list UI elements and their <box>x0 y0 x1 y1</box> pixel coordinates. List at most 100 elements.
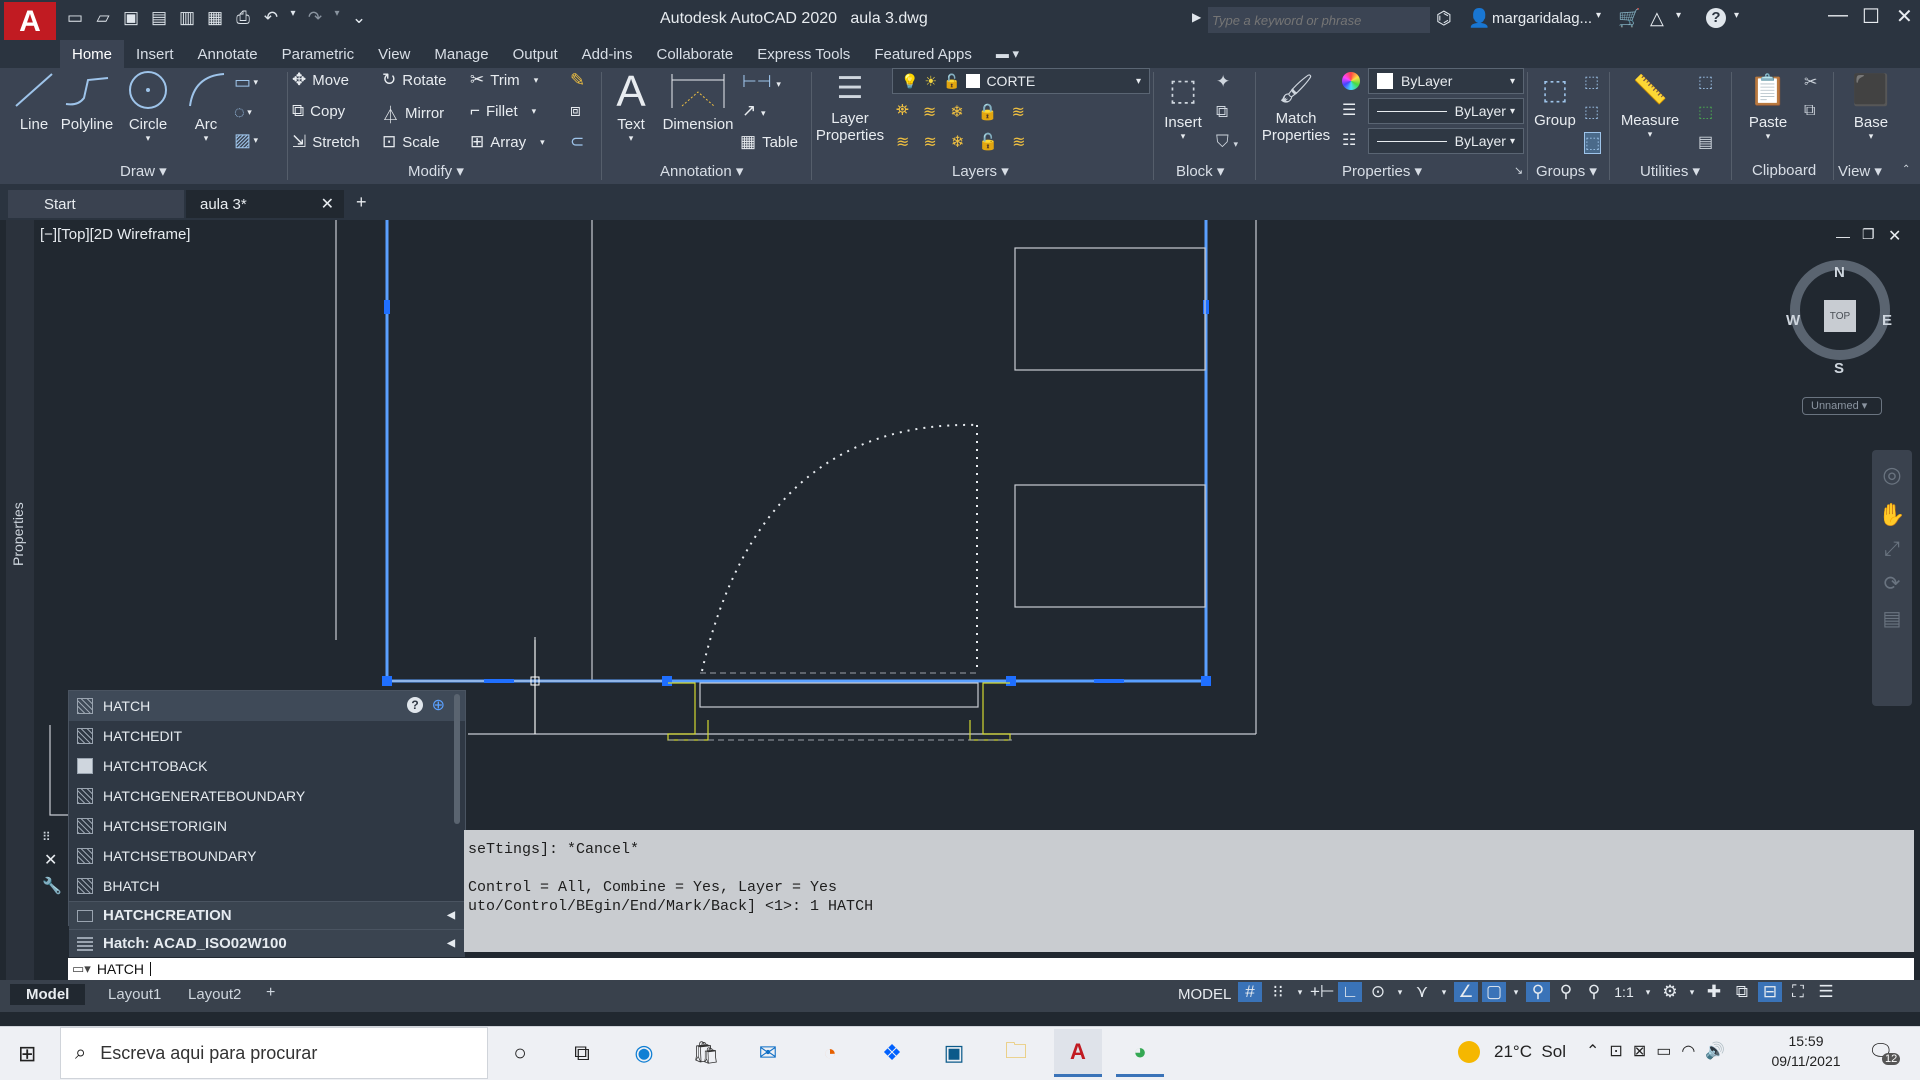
offset-icon[interactable]: ⊂ <box>570 132 584 152</box>
auto-scale-icon[interactable]: ⚲ <box>1554 982 1578 1002</box>
redo-icon[interactable]: ↷ <box>304 8 326 28</box>
layers-panel-title[interactable]: Layers ▾ <box>952 162 1009 180</box>
windows-start-icon[interactable]: ⊞ <box>18 1041 36 1067</box>
command-line[interactable]: ▭▾ HATCH <box>68 958 1914 980</box>
base-dropdown-icon[interactable]: ▾ <box>1846 131 1896 142</box>
annotation-visibility-icon[interactable]: ⚲ <box>1526 982 1550 1002</box>
workspace-gear-icon[interactable]: ⚙ <box>1658 982 1682 1002</box>
firefox-icon[interactable]: ◔ <box>806 1029 854 1077</box>
view-panel-title[interactable]: View ▾ <box>1838 162 1882 180</box>
layer-dropdown[interactable]: 💡 ☀ 🔓 CORTE ▾ <box>892 68 1150 94</box>
scale-dropdown-icon[interactable]: ▾ <box>1642 987 1654 998</box>
tab-manage[interactable]: Manage <box>422 40 500 69</box>
copy-clip-icon[interactable]: ⧉ <box>1804 102 1815 120</box>
linear-dimension-icon[interactable]: ⊢⊣ ▾ <box>742 72 781 92</box>
add-layout-button[interactable]: + <box>266 984 275 1002</box>
save-web-icon[interactable]: ▦ <box>204 8 226 28</box>
polar-tracking-icon[interactable]: ⊙ <box>1366 982 1390 1002</box>
app-icon[interactable]: ▣ <box>930 1029 978 1077</box>
new-tab-button[interactable]: + <box>356 192 367 213</box>
tab-annotate[interactable]: Annotate <box>186 40 270 69</box>
task-view-icon[interactable]: ⧉ <box>558 1029 606 1077</box>
clock[interactable]: 15:59 09/11/2021 <box>1766 1033 1846 1069</box>
battery-icon[interactable]: ▭ <box>1656 1041 1671 1061</box>
open-web-icon[interactable]: ▥ <box>176 8 198 28</box>
app-menu-button[interactable]: A <box>4 2 56 42</box>
autocomplete-item[interactable]: HATCHEDIT <box>69 721 465 751</box>
snap-icon[interactable]: ⁝⁝ <box>1266 982 1290 1002</box>
undo-dropdown-icon[interactable]: ▾ <box>288 8 298 28</box>
command-input[interactable]: HATCH <box>97 961 144 977</box>
autocomplete-item[interactable]: HATCHTOBACK <box>69 751 465 781</box>
layer-freeze-icon[interactable]: ❄ <box>950 102 963 122</box>
help-icon[interactable]: ? <box>1706 8 1726 28</box>
close-tab-icon[interactable]: ✕ <box>321 194 334 214</box>
command-prompt-icon[interactable]: ▭▾ <box>72 961 91 977</box>
color-dropdown[interactable]: ByLayer ▾ <box>1368 68 1524 94</box>
isodraft-icon[interactable]: ⋎ <box>1410 982 1434 1002</box>
isodraft-dropdown-icon[interactable]: ▾ <box>1438 987 1450 998</box>
save-icon[interactable]: ▣ <box>120 8 142 28</box>
insert-dropdown-icon[interactable]: ▾ <box>1156 131 1210 142</box>
weather-text[interactable]: 21°C Sol <box>1494 1042 1566 1062</box>
binoculars-icon[interactable]: ⌬ <box>1436 8 1452 29</box>
zoom-extents-icon[interactable]: ⤢ <box>1872 538 1912 561</box>
cortana-icon[interactable]: ○ <box>496 1029 544 1077</box>
user-dropdown-icon[interactable]: ▾ <box>1596 10 1601 21</box>
arc-dropdown-icon[interactable]: ▾ <box>180 133 232 144</box>
file-tab-start[interactable]: Start <box>8 190 184 218</box>
leader-icon[interactable]: ↗ ▾ <box>742 101 766 121</box>
layer-match-icon[interactable]: ≋ <box>1012 102 1025 122</box>
object-snap-icon[interactable]: ▢ <box>1482 982 1506 1002</box>
rectangle-icon[interactable]: ▭ ▾ <box>234 72 258 93</box>
measure-button[interactable]: 📏 Measure ▾ <box>1614 68 1686 158</box>
autocomplete-item[interactable]: HATCHSETORIGIN <box>69 811 465 841</box>
select-all-icon[interactable]: ⬚ <box>1698 102 1713 122</box>
autocomplete-group[interactable]: HATCHCREATION ◀ <box>69 901 465 929</box>
trim-dropdown-icon[interactable]: ▾ <box>534 75 539 86</box>
quick-select-icon[interactable]: ⬚ <box>1698 72 1713 92</box>
steering-wheel-icon[interactable]: ◎ <box>1872 462 1912 488</box>
plot-icon[interactable]: ⎙ <box>232 8 254 28</box>
object-snap-dropdown-icon[interactable]: ▾ <box>1510 987 1522 998</box>
tray-app-2-icon[interactable]: ⊠ <box>1633 1041 1646 1061</box>
taskbar-search[interactable]: ⌕ Escreva aqui para procurar <box>60 1027 488 1079</box>
ortho-icon[interactable]: ∟ <box>1338 982 1362 1002</box>
annotation-panel-title[interactable]: Annotation ▾ <box>660 162 743 180</box>
file-explorer-icon[interactable]: 🗀 <box>992 1029 1040 1077</box>
circle-dropdown-icon[interactable]: ▾ <box>122 133 174 144</box>
units-icon[interactable]: ⧉ <box>1730 982 1754 1002</box>
customize-qat-icon[interactable]: ⌄ <box>348 8 370 28</box>
tray-app-icon[interactable]: ⊡ <box>1609 1041 1622 1061</box>
layer-properties-button[interactable]: ☰ Layer Properties <box>812 68 888 158</box>
annotation-scale-icon[interactable]: ⚲ <box>1582 982 1606 1002</box>
line-button[interactable]: Line <box>10 70 58 136</box>
arc-button[interactable]: Arc ▾ <box>180 70 232 150</box>
redo-dropdown-icon[interactable]: ▾ <box>332 8 342 28</box>
cut-icon[interactable]: ✂ <box>1804 72 1817 92</box>
mirror-button[interactable]: ⏃ Mirror <box>382 101 444 126</box>
fillet-dropdown-icon[interactable]: ▾ <box>532 106 537 117</box>
ucs-menu[interactable]: Unnamed ▾ <box>1802 397 1882 415</box>
ungroup-icon[interactable]: ⬚ <box>1584 72 1599 92</box>
ribbon-collapse-icon[interactable]: ⌃ <box>1902 164 1910 175</box>
properties-panel-title[interactable]: Properties ▾ <box>1342 162 1422 180</box>
trim-button[interactable]: ✂ Trim ▾ <box>470 70 538 90</box>
match-properties-button[interactable]: 🖌 Match Properties <box>1258 68 1334 158</box>
help-search-input[interactable] <box>1208 7 1430 33</box>
layer-on-icon[interactable]: ≋ <box>896 132 909 152</box>
viewcube-top-face[interactable]: TOP <box>1824 300 1856 332</box>
layout-tab-model[interactable]: Model <box>10 984 86 1005</box>
weather-icon[interactable] <box>1458 1041 1480 1063</box>
customization-menu-icon[interactable]: ☰ <box>1814 982 1838 1002</box>
tab-add-ins[interactable]: Add-ins <box>570 40 645 69</box>
tab-output[interactable]: Output <box>501 40 570 69</box>
viewcube-south[interactable]: S <box>1834 360 1844 377</box>
explode-icon[interactable]: ⧈ <box>570 101 581 121</box>
autocomplete-item[interactable]: HATCHGENERATEBOUNDARY <box>69 781 465 811</box>
account-dropdown-icon[interactable]: ▾ <box>1676 10 1681 21</box>
scale-readout[interactable]: 1:1 <box>1610 984 1638 1000</box>
showmotion-icon[interactable]: ▤ <box>1872 606 1912 631</box>
edge-icon[interactable]: ◉ <box>620 1029 668 1077</box>
polar-dropdown-icon[interactable]: ▾ <box>1394 987 1406 998</box>
